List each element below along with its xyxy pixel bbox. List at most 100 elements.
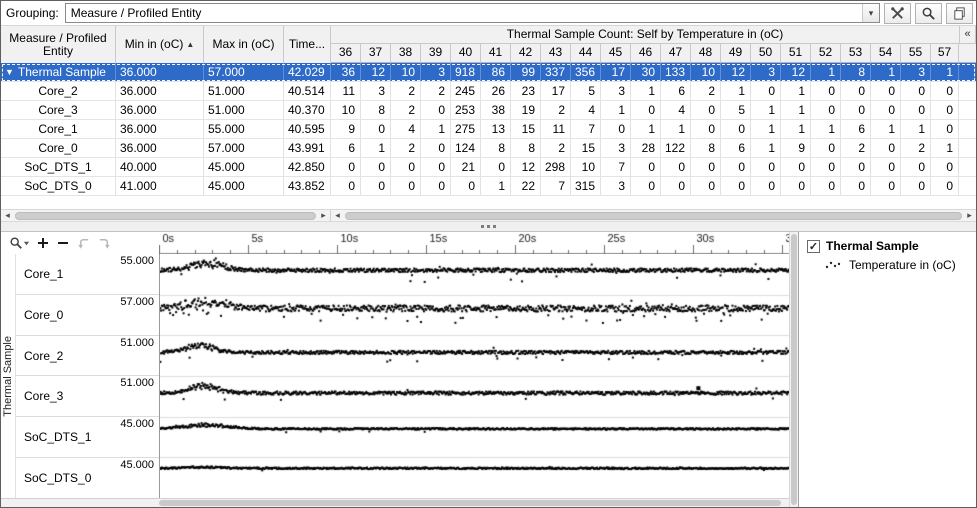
left-pane-hscrollbar[interactable]: ◂ ▸	[1, 210, 331, 221]
temp-column-header[interactable]: 42	[511, 44, 541, 62]
count-cell[interactable]: 22	[511, 177, 541, 195]
count-cell[interactable]: 13	[481, 120, 511, 138]
count-cell[interactable]: 0	[661, 158, 691, 176]
scroll-left-icon[interactable]: ◂	[1, 210, 14, 221]
time-cell[interactable]: 43.852	[284, 177, 331, 195]
count-cell[interactable]: 2	[391, 101, 421, 119]
count-cell[interactable]: 1	[781, 101, 811, 119]
undo-zoom-icon[interactable]	[76, 236, 91, 251]
count-cell[interactable]: 38	[481, 101, 511, 119]
count-cell[interactable]: 1	[631, 82, 661, 100]
count-cell[interactable]: 0	[421, 177, 451, 195]
count-cell[interactable]: 1	[751, 139, 781, 157]
count-cell[interactable]: 36	[331, 63, 361, 81]
count-cell[interactable]: 5	[721, 101, 751, 119]
count-cell[interactable]: 0	[901, 82, 931, 100]
chart-row-label[interactable]: SoC_DTS_145.000	[16, 417, 159, 458]
max-cell[interactable]: 45.000	[204, 177, 284, 195]
count-cell[interactable]: 8	[841, 63, 871, 81]
count-cell[interactable]: 0	[391, 158, 421, 176]
timeline-hscrollbar-thumb[interactable]	[159, 500, 781, 506]
count-cell[interactable]: 99	[511, 63, 541, 81]
column-header-min[interactable]: Min in (oC) ▲	[116, 26, 204, 63]
count-cell[interactable]: 0	[331, 158, 361, 176]
count-cell[interactable]: 0	[691, 158, 721, 176]
count-cell[interactable]: 0	[931, 101, 959, 119]
count-cell[interactable]: 8	[511, 139, 541, 157]
count-cell[interactable]: 3	[421, 63, 451, 81]
time-cell[interactable]: 40.514	[284, 82, 331, 100]
table-row[interactable]: Core_136.00055.00040.5959041275131511701…	[1, 120, 976, 139]
count-cell[interactable]: 15	[511, 120, 541, 138]
count-cell[interactable]: 3	[601, 139, 631, 157]
search-button[interactable]	[915, 3, 942, 24]
count-cell[interactable]: 5	[571, 82, 601, 100]
count-cell[interactable]: 1	[721, 82, 751, 100]
min-cell[interactable]: 36.000	[116, 120, 204, 138]
time-ruler[interactable]	[159, 232, 789, 254]
count-cell[interactable]: 6	[721, 139, 751, 157]
count-cell[interactable]: 0	[781, 177, 811, 195]
count-cell[interactable]: 9	[331, 120, 361, 138]
count-cell[interactable]: 0	[931, 158, 959, 176]
count-cell[interactable]: 1	[751, 101, 781, 119]
count-cell[interactable]: 0	[871, 82, 901, 100]
count-cell[interactable]: 0	[631, 101, 661, 119]
min-cell[interactable]: 36.000	[116, 82, 204, 100]
count-cell[interactable]: 23	[511, 82, 541, 100]
count-cell[interactable]: 2	[691, 82, 721, 100]
count-cell[interactable]: 0	[721, 120, 751, 138]
timeline-hscrollbar[interactable]	[1, 498, 789, 507]
count-cell[interactable]: 1	[631, 120, 661, 138]
count-cell[interactable]: 0	[751, 158, 781, 176]
expand-triangle-icon[interactable]: ▼	[5, 67, 14, 77]
max-cell[interactable]: 55.000	[204, 120, 284, 138]
temp-column-header[interactable]: 50	[751, 44, 781, 62]
column-header-time[interactable]: Time...	[284, 26, 331, 63]
count-cell[interactable]: 1	[601, 101, 631, 119]
chart-row-label[interactable]: Core_155.000	[16, 254, 159, 295]
count-cell[interactable]: 315	[571, 177, 601, 195]
count-cell[interactable]: 7	[541, 177, 571, 195]
chevron-down-icon[interactable]: ▾	[862, 4, 879, 22]
hscrollbar-thumb[interactable]	[345, 212, 962, 220]
temp-column-header[interactable]: 43	[541, 44, 571, 62]
count-cell[interactable]: 7	[601, 158, 631, 176]
row-name-cell[interactable]: SoC_DTS_1	[1, 158, 116, 176]
table-row[interactable]: SoC_DTS_140.00045.00042.8500000210122981…	[1, 158, 976, 177]
row-name-cell[interactable]: ▼Thermal Sample	[1, 63, 116, 81]
table-row[interactable]: Core_336.00051.00040.3701082025338192410…	[1, 101, 976, 120]
count-cell[interactable]: 0	[931, 82, 959, 100]
chart-row-label[interactable]: Core_057.000	[16, 295, 159, 336]
min-cell[interactable]: 40.000	[116, 158, 204, 176]
count-cell[interactable]: 0	[751, 82, 781, 100]
count-cell[interactable]: 0	[811, 101, 841, 119]
temp-column-header[interactable]: 38	[391, 44, 421, 62]
count-cell[interactable]: 0	[841, 82, 871, 100]
count-cell[interactable]: 6	[331, 139, 361, 157]
count-cell[interactable]: 7	[571, 120, 601, 138]
count-cell[interactable]: 3	[901, 63, 931, 81]
legend-item[interactable]: Temperature in (oC)	[825, 258, 968, 272]
count-cell[interactable]: 0	[391, 177, 421, 195]
count-cell[interactable]: 0	[451, 177, 481, 195]
row-name-cell[interactable]: Core_1	[1, 120, 116, 138]
count-cell[interactable]: 1	[811, 63, 841, 81]
count-cell[interactable]: 19	[511, 101, 541, 119]
count-cell[interactable]: 0	[811, 139, 841, 157]
count-cell[interactable]: 0	[871, 158, 901, 176]
count-cell[interactable]: 1	[661, 120, 691, 138]
customize-grouping-button[interactable]	[884, 3, 911, 24]
right-pane-hscrollbar[interactable]: ◂ ▸	[331, 210, 976, 221]
count-cell[interactable]: 0	[931, 120, 959, 138]
count-cell[interactable]: 1	[421, 120, 451, 138]
count-cell[interactable]: 2	[901, 139, 931, 157]
count-cell[interactable]: 21	[451, 158, 481, 176]
count-cell[interactable]: 0	[721, 177, 751, 195]
row-name-cell[interactable]: SoC_DTS_0	[1, 177, 116, 195]
count-cell[interactable]: 10	[571, 158, 601, 176]
count-cell[interactable]: 0	[811, 158, 841, 176]
count-cell[interactable]: 0	[421, 139, 451, 157]
temp-column-header[interactable]: 46	[631, 44, 661, 62]
count-cell[interactable]: 298	[541, 158, 571, 176]
